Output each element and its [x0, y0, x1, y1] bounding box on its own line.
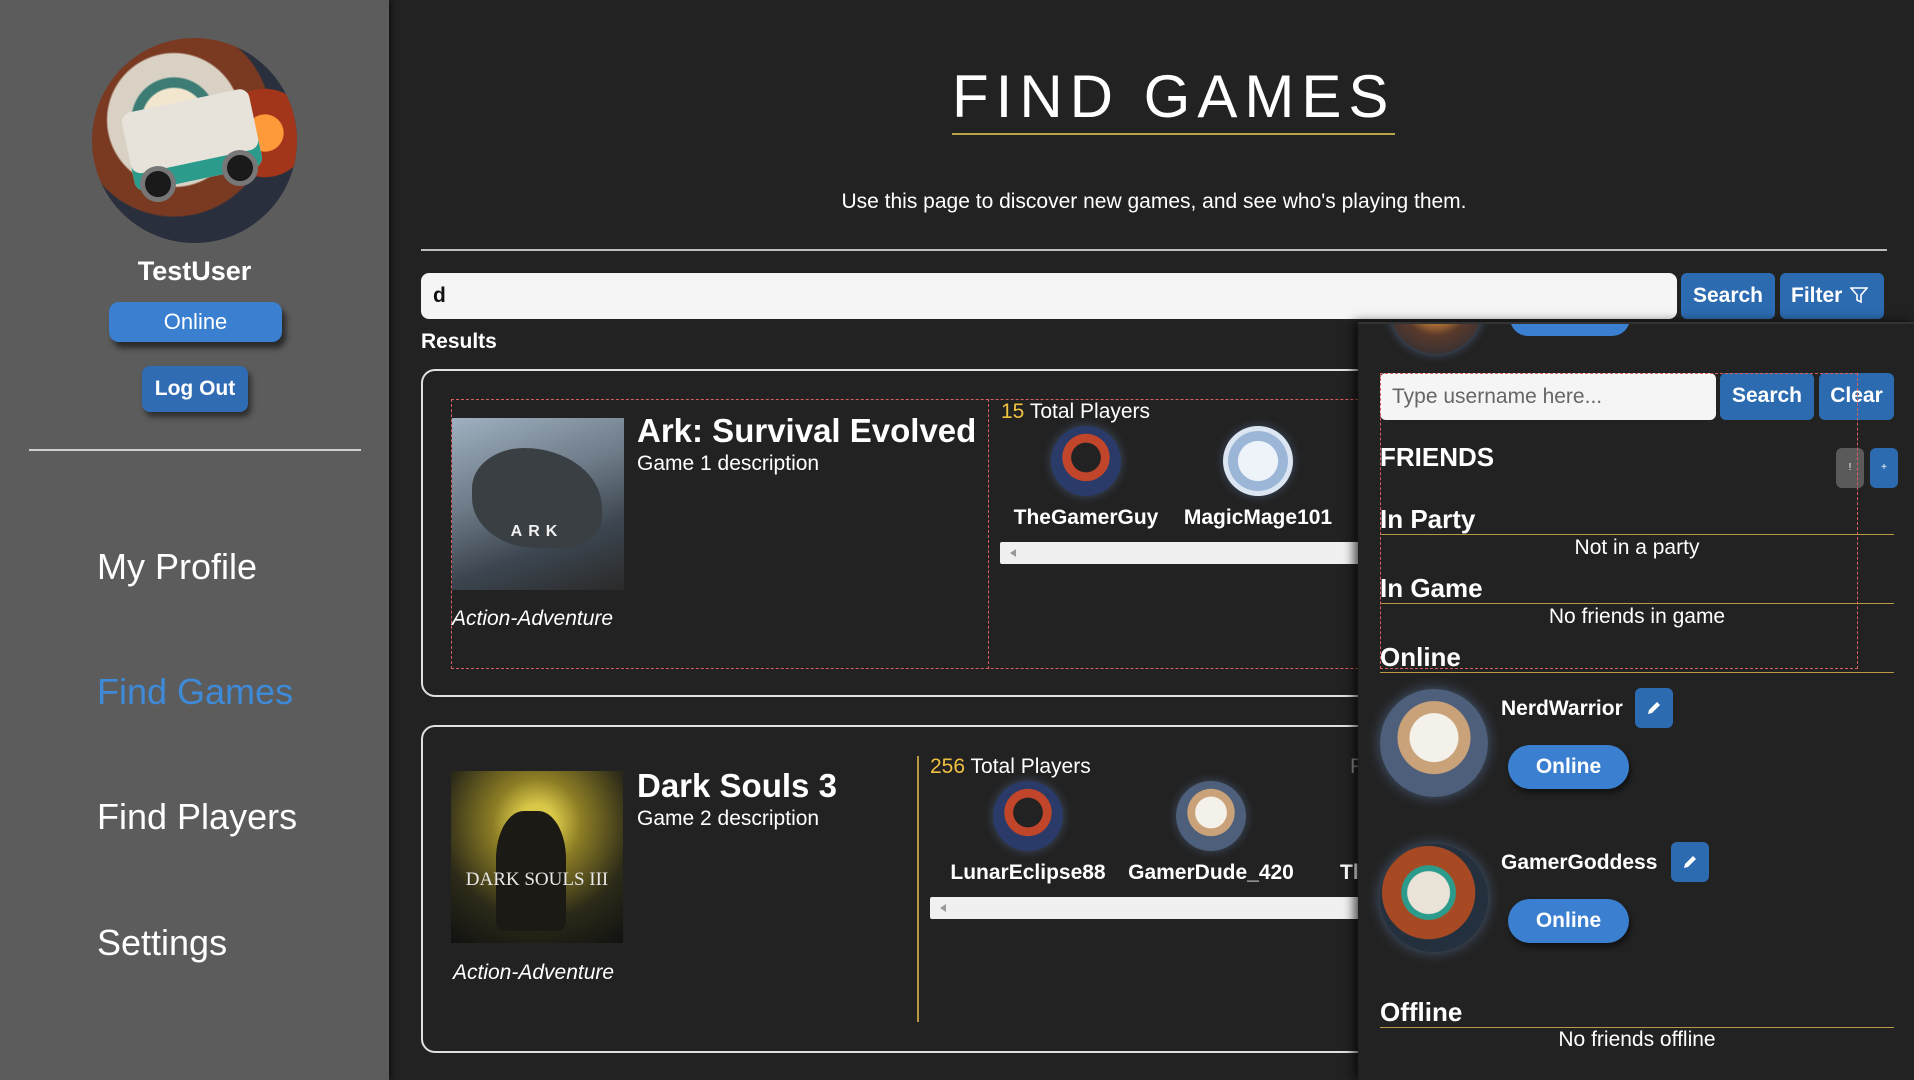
- page-subtitle: Use this page to discover new games, and…: [841, 190, 1467, 213]
- friend-clear-button[interactable]: Clear: [1819, 373, 1894, 420]
- section-offline: Offline: [1380, 997, 1894, 1028]
- friends-info-button[interactable]: !: [1836, 448, 1864, 488]
- player-avatar[interactable]: [993, 781, 1063, 851]
- game-search-input[interactable]: [421, 273, 1677, 319]
- main-divider: [421, 249, 1887, 251]
- total-players-label: Total Players: [970, 755, 1091, 778]
- filter-button[interactable]: Filter: [1780, 273, 1884, 319]
- pencil-icon: [1648, 702, 1660, 714]
- user-avatar[interactable]: [92, 38, 297, 243]
- friend-name[interactable]: GamerGoddess: [1501, 851, 1657, 875]
- status-badge[interactable]: [1510, 324, 1630, 336]
- friends-panel: Search Clear FRIENDS ! + In Party Not in…: [1358, 322, 1914, 1080]
- nav-item-find-players[interactable]: Find Players: [97, 796, 297, 838]
- player-name[interactable]: LunarEclipse88: [942, 861, 1114, 885]
- filter-icon: [1849, 287, 1869, 304]
- in-game-empty: No friends in game: [1548, 605, 1726, 628]
- game-cover-dark-souls[interactable]: DARK SOULS III: [451, 771, 623, 943]
- friends-heading: FRIENDS: [1380, 442, 1495, 472]
- friend-status-badge[interactable]: Online: [1508, 745, 1629, 789]
- game-description: Game 2 description: [637, 807, 820, 830]
- sidebar: TestUser Online Log Out My Profile Find …: [0, 0, 389, 1080]
- friend-search-input[interactable]: [1380, 373, 1716, 420]
- results-label: Results: [421, 330, 497, 353]
- dashed-divider: [988, 399, 989, 669]
- username: TestUser: [137, 256, 252, 286]
- sidebar-divider: [29, 449, 361, 451]
- nav-item-settings[interactable]: Settings: [97, 922, 227, 964]
- friend-avatar[interactable]: [1380, 844, 1488, 952]
- player-avatar[interactable]: [1176, 781, 1246, 851]
- edit-friend-button[interactable]: [1671, 842, 1709, 882]
- nav-item-my-profile[interactable]: My Profile: [97, 546, 257, 588]
- section-online: Online: [1380, 642, 1894, 673]
- friend-avatar[interactable]: [1390, 324, 1482, 354]
- total-players: 256 Total Players: [930, 755, 1091, 779]
- game-title[interactable]: Dark Souls 3: [637, 767, 837, 805]
- avatar-art-wheel: [222, 150, 258, 186]
- status-badge[interactable]: Online: [109, 302, 282, 342]
- offline-empty: No friends offline: [1558, 1028, 1716, 1051]
- nav-item-find-games[interactable]: Find Games: [97, 671, 293, 713]
- section-in-game: In Game: [1380, 573, 1894, 604]
- friend-search-button[interactable]: Search: [1720, 373, 1814, 420]
- card-divider: [917, 756, 919, 1022]
- friend-avatar[interactable]: [1380, 689, 1488, 797]
- edit-friend-button[interactable]: [1635, 688, 1673, 728]
- game-genre: Action-Adventure: [453, 961, 615, 984]
- page-title: FIND GAMES: [952, 62, 1396, 135]
- section-in-party: In Party: [1380, 504, 1894, 535]
- total-players-number: 256: [930, 755, 966, 778]
- logout-button[interactable]: Log Out: [142, 366, 248, 412]
- cover-logo: DARK SOULS III: [465, 869, 609, 890]
- pencil-icon: [1684, 856, 1696, 868]
- friend-name[interactable]: NerdWarrior: [1501, 697, 1623, 721]
- search-button[interactable]: Search: [1681, 273, 1775, 319]
- avatar-art-wheel: [140, 166, 176, 202]
- filter-label: Filter: [1791, 284, 1843, 307]
- add-friend-button[interactable]: +: [1870, 448, 1898, 488]
- players-scrollbar[interactable]: [930, 897, 1360, 919]
- in-party-empty: Not in a party: [1574, 536, 1700, 559]
- player-name[interactable]: GamerDude_420: [1122, 861, 1300, 885]
- friend-status-badge[interactable]: Online: [1508, 899, 1629, 943]
